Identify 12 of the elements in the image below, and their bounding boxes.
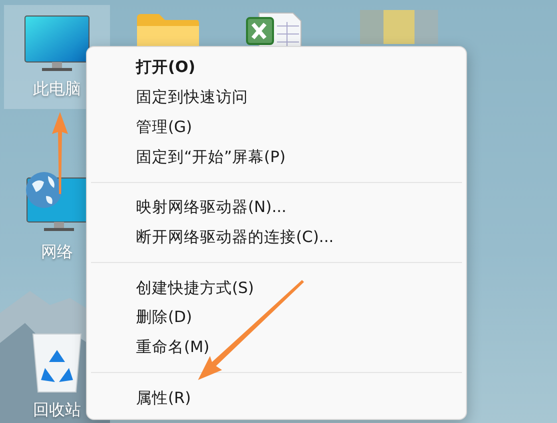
menu-item[interactable]: 属性(R) [87,383,466,413]
menu-item[interactable]: 创建快捷方式(S) [87,273,466,303]
blurred-icon[interactable] [360,10,438,44]
menu-item[interactable]: 重命名(M) [87,332,466,362]
menu-item[interactable]: 管理(G) [87,112,466,142]
menu-item[interactable]: 删除(D) [87,302,466,333]
icon-label: 网络 [41,242,73,263]
monitor-icon [24,15,90,73]
icon-label: 回收站 [33,400,81,421]
folder-icon[interactable] [135,12,201,48]
icon-label: 此电脑 [33,79,81,100]
spreadsheet-icon[interactable] [245,12,303,48]
